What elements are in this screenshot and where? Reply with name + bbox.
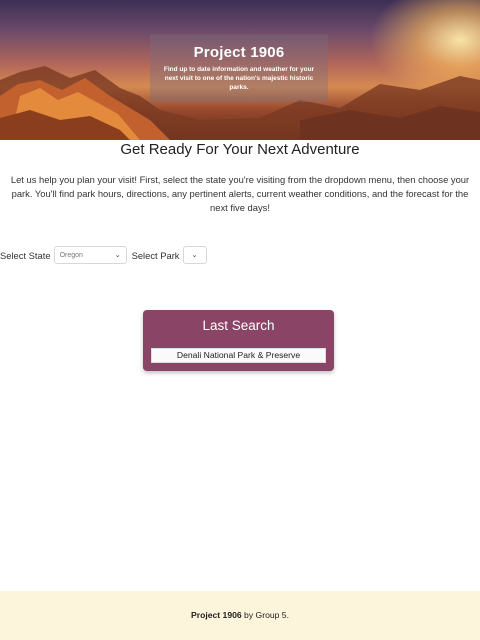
- state-select[interactable]: Oregon ⌄: [53, 246, 127, 264]
- hero-caption: Project 1906 Find up to date information…: [150, 34, 328, 102]
- footer-credit: by Group 5.: [241, 610, 289, 620]
- search-controls: Select State Oregon ⌄ Select Park ⌄: [0, 246, 207, 264]
- last-search-item[interactable]: Denali National Park & Preserve: [151, 348, 326, 363]
- park-label: Select Park: [131, 249, 180, 261]
- page-headline: Get Ready For Your Next Adventure: [120, 141, 360, 158]
- hero-banner: Project 1906 Find up to date information…: [0, 0, 480, 140]
- page-footer: Project 1906 by Group 5.: [0, 591, 480, 640]
- state-label: Select State: [0, 249, 51, 261]
- chevron-down-icon: ⌄: [114, 252, 121, 259]
- last-search-title: Last Search: [202, 318, 275, 333]
- site-title: Project 1906: [193, 44, 285, 61]
- intro-text: Let us help you plan your visit! First, …: [10, 174, 470, 213]
- park-select[interactable]: ⌄: [182, 246, 207, 264]
- last-search-card: Last Search Denali National Park & Prese…: [143, 310, 334, 371]
- chevron-down-icon: ⌄: [191, 252, 198, 259]
- site-tagline: Find up to date information and weather …: [163, 66, 315, 91]
- state-select-value: Oregon: [59, 251, 83, 259]
- footer-brand: Project 1906: [191, 610, 242, 620]
